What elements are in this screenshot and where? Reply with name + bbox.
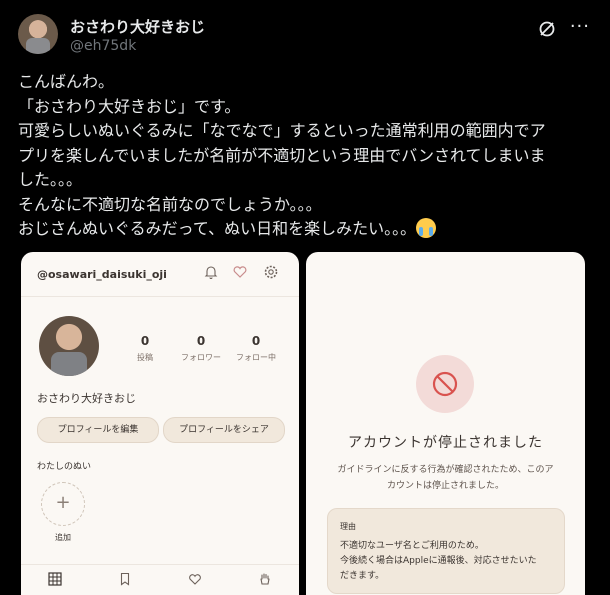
bell-icon [204,266,218,280]
heart-icon [189,574,201,585]
add-plush-button: + [41,482,85,526]
suspension-description: ガイドラインに反する行為が確認されたため、このア カウントは停止されました。 [326,462,565,494]
grok-icon[interactable] [538,20,556,38]
more-options-icon[interactable]: ··· [570,16,590,37]
attached-image-profile[interactable]: @osawari_daisuki_oji 0 投稿 0 フォロワー 0 フォロー… [21,252,299,595]
edit-profile-button: プロフィールを編集 [37,417,159,443]
reason-line: だきます。 [340,571,385,581]
stat-number: 0 [140,334,150,348]
reason-body: 不適切なユーザ名とご利用のため。 今後続く場合はAppleに通報後、対応させたい… [340,539,552,584]
bottom-nav [21,564,299,595]
post-line: した。。。 [18,170,83,189]
hand-icon [260,573,270,585]
section-title: わたしのぬい [37,462,92,472]
display-name[interactable]: おさわり大好きおじ [70,16,205,37]
avatar[interactable] [18,14,58,54]
stat-label: 投稿 [137,353,153,362]
stat-posts: 0 投稿 [115,334,175,363]
stat-number: 0 [196,334,206,348]
heart-icon [233,266,247,278]
share-profile-button: プロフィールをシェア [163,417,285,443]
reason-box: 理由 不適切なユーザ名とご利用のため。 今後続く場合はAppleに通報後、対応さ… [327,508,565,594]
profile-username: @osawari_daisuki_oji [37,268,167,281]
reason-label: 理由 [340,522,356,531]
prohibited-icon-bg [416,355,474,413]
profile-picture [39,316,99,376]
post-line: プリを楽しんでいましたが名前が不適切という理由でバンされてしまいま [18,145,546,165]
reason-line: 不適切なユーザ名とご利用のため。 [340,541,484,551]
post-header: おさわり大好きおじ @eh75dk ··· [18,14,594,58]
grid-icon [48,572,62,586]
description-line: カウントは停止されました。 [386,481,504,491]
post-text: こんばんわ。 「おさわり大好きおじ」です。 可愛らしいぬいぐるみに「なでなで」す… [18,70,594,242]
bookmark-icon [120,572,130,586]
description-line: ガイドラインに反する行為が確認されたため、このア [337,465,554,475]
reason-line: 今後続く場合はAppleに通報後、対応させたいた [340,556,537,566]
post-line: そんなに不適切な名前なのでしょうか。。。 [18,194,322,214]
stat-followers: 0 フォロワー [171,334,231,363]
settings-icon [264,265,278,279]
stat-following: 0 フォロー中 [226,334,286,363]
post-line: こんばんわ。 [18,72,115,91]
prohibited-icon [432,371,458,397]
post-line: 可愛らしいぬいぐるみに「なでなで」するといった通常利用の範囲内でア [18,121,546,140]
attached-image-suspension[interactable]: アカウントが停止されました ガイドラインに反する行為が確認されたため、このア カ… [306,252,585,595]
stat-label: フォロー中 [236,353,276,362]
profile-display-name: おさわり大好きおじ [37,392,136,405]
stat-number: 0 [251,334,261,348]
loudly-crying-face-emoji [416,218,437,238]
stat-label: フォロワー [181,353,221,362]
add-label: 追加 [55,533,71,542]
post-line: おじさんぬいぐるみだって、ぬい日和を楽しみたい。。。 [18,219,417,238]
divider [21,296,299,297]
user-handle[interactable]: @eh75dk [70,38,136,54]
post-line: 「おさわり大好きおじ」です。 [18,96,241,116]
suspension-title: アカウントが停止されました [348,435,543,451]
